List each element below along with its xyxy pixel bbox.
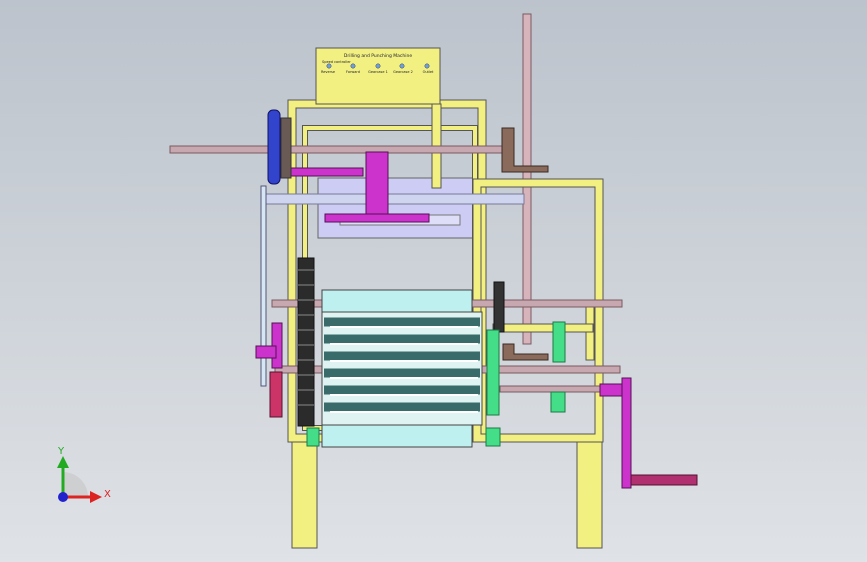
- cad-viewport[interactable]: Drilling and Punching Machine Speed cont…: [0, 0, 867, 562]
- lavender-housing[interactable]: [317, 177, 477, 239]
- forward-label: Forward: [346, 70, 360, 74]
- green-gear-upper[interactable]: [552, 321, 566, 363]
- green-bearing-right[interactable]: [485, 427, 501, 447]
- crank-handle[interactable]: [630, 474, 698, 486]
- punch-head[interactable]: [365, 151, 389, 219]
- lower-bracket[interactable]: [502, 343, 549, 361]
- gearcase-1-label: Gearcase 1: [368, 70, 388, 74]
- bottom-roller[interactable]: [321, 424, 473, 448]
- machine-model[interactable]: Drilling and Punching Machine Speed cont…: [0, 0, 867, 562]
- triad-arc: [63, 472, 88, 497]
- gearcase-2-label: Gearcase 2: [393, 70, 413, 74]
- left-leg[interactable]: [291, 437, 318, 549]
- control-panel[interactable]: Drilling and Punching Machine Speed cont…: [315, 47, 441, 105]
- magenta-pulley-lower[interactable]: [269, 371, 283, 418]
- panel-subtitle: Speed controller: [322, 60, 351, 64]
- gearcase-2-button[interactable]: [399, 63, 405, 69]
- x-arrow-icon: [90, 491, 102, 503]
- large-gear[interactable]: [297, 257, 315, 427]
- reverse-label: Reverse: [321, 70, 335, 74]
- forward-button[interactable]: [350, 63, 356, 69]
- green-bearing-left[interactable]: [306, 427, 320, 447]
- punch-base[interactable]: [324, 213, 430, 223]
- outlet-button[interactable]: [424, 63, 430, 69]
- right-dark-gear[interactable]: [493, 281, 505, 333]
- z-axis-dot: [58, 492, 68, 502]
- y-axis-label: Y: [57, 446, 65, 457]
- punch-arm[interactable]: [282, 167, 364, 177]
- magenta-knob[interactable]: [255, 345, 277, 359]
- x-axis-label: X: [104, 489, 111, 500]
- crank-arm[interactable]: [621, 377, 632, 489]
- panel-title: Drilling and Punching Machine: [344, 53, 412, 59]
- outlet-label: Outlet: [423, 70, 434, 74]
- coordinate-triad: Y X: [57, 446, 111, 503]
- right-leg[interactable]: [576, 437, 603, 549]
- green-gear-lower[interactable]: [550, 391, 566, 413]
- right-cross-beam[interactable]: [492, 323, 594, 333]
- reverse-button[interactable]: [326, 63, 332, 69]
- gearcase-1-button[interactable]: [375, 63, 381, 69]
- pulley-hub[interactable]: [280, 117, 292, 179]
- green-gear-stack[interactable]: [486, 329, 500, 416]
- top-roller[interactable]: [321, 289, 473, 313]
- blue-pulley[interactable]: [267, 109, 281, 185]
- top-shaft[interactable]: [169, 145, 513, 154]
- y-arrow-icon: [57, 456, 69, 468]
- lavender-shaft[interactable]: [261, 193, 525, 205]
